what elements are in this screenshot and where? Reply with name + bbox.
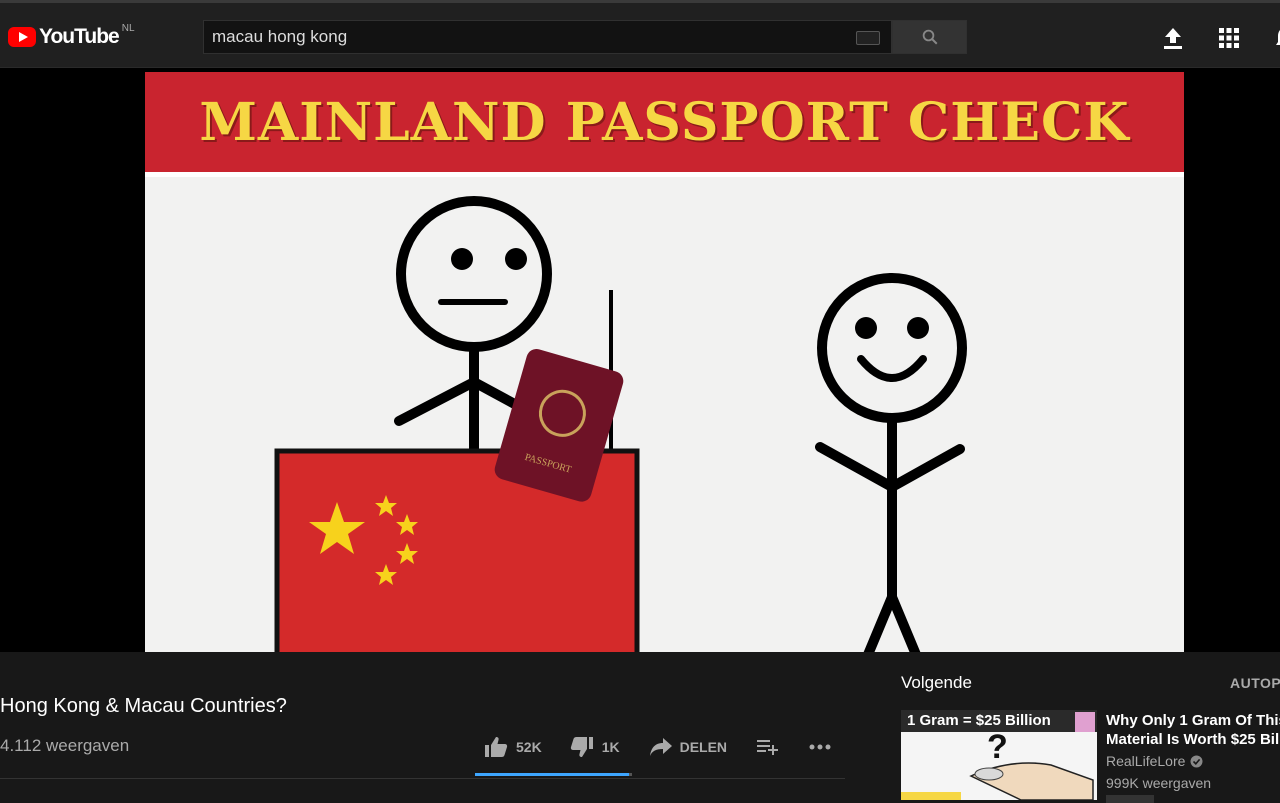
share-button[interactable]: DELEN <box>649 738 728 756</box>
sentiment-bar-fill <box>475 773 629 776</box>
thumbs-up-icon <box>485 737 508 757</box>
new-badge <box>1106 795 1154 803</box>
thumbs-down-icon <box>570 737 593 757</box>
recommended-thumbnail[interactable]: ? 1 Gram = $25 Billion <box>901 710 1097 800</box>
view-count: 4.112 weergaven <box>0 736 130 755</box>
video-scene: PASSPORT <box>145 177 1184 652</box>
recommended-view-count: 999K weergaven <box>1106 775 1212 791</box>
autoplay-toggle-label[interactable]: AUTOPLAY <box>1230 675 1280 691</box>
video-banner: MAINLAND PASSPORT CHECK <box>145 72 1184 172</box>
dislike-button[interactable]: 1K <box>570 736 620 758</box>
country-code: NL <box>121 22 135 34</box>
recommended-channel[interactable]: RealLifeLore <box>1106 753 1203 769</box>
more-horizontal-icon <box>809 744 831 750</box>
like-button[interactable]: 52K <box>484 736 542 758</box>
more-actions-button[interactable] <box>809 744 831 750</box>
share-label: DELEN <box>679 739 728 755</box>
apps-grid-icon[interactable] <box>1216 25 1242 51</box>
upload-icon[interactable] <box>1160 25 1186 51</box>
video-player[interactable]: MAINLAND PASSPORT CHECK PASSPORT <box>0 68 1280 652</box>
video-frame[interactable]: MAINLAND PASSPORT CHECK PASSPORT <box>145 72 1184 652</box>
channel-name: RealLifeLore <box>1106 753 1186 769</box>
search-box <box>203 20 892 54</box>
verified-icon <box>1190 755 1203 767</box>
notifications-icon[interactable] <box>1272 25 1280 51</box>
video-title: Hong Kong & Macau Countries? <box>0 695 287 717</box>
like-count: 52K <box>516 739 542 755</box>
banner-text: MAINLAND PASSPORT CHECK <box>199 91 1130 153</box>
up-next-label: Volgende <box>901 673 972 692</box>
search-input[interactable] <box>204 21 844 53</box>
recommended-video-title[interactable]: Why Only 1 Gram Of This Material Is Wort… <box>1106 711 1280 749</box>
dislike-count: 1K <box>601 739 620 755</box>
playlist-add-icon <box>757 740 779 755</box>
save-to-playlist-button[interactable] <box>757 739 779 755</box>
keyboard-icon[interactable] <box>856 31 880 45</box>
search-button[interactable] <box>892 20 967 54</box>
share-icon <box>649 738 672 756</box>
divider <box>0 778 845 779</box>
logo-text: YouTube <box>39 25 120 48</box>
youtube-play-icon <box>8 27 36 47</box>
recommended-title-line-2: Material Is Worth $25 Billion <box>1106 731 1280 748</box>
search-icon <box>922 29 937 45</box>
video-actions: 52K 1K DELEN <box>484 736 831 758</box>
youtube-logo[interactable]: YouTube NL <box>8 22 135 49</box>
top-bar: YouTube NL <box>0 0 1280 68</box>
svg-text:?: ? <box>987 728 1008 766</box>
recommended-title-line-1: Why Only 1 Gram Of This <box>1106 712 1280 729</box>
thumbnail-caption: 1 Gram = $25 Billion <box>907 712 1051 729</box>
sentiment-bar <box>475 773 632 776</box>
